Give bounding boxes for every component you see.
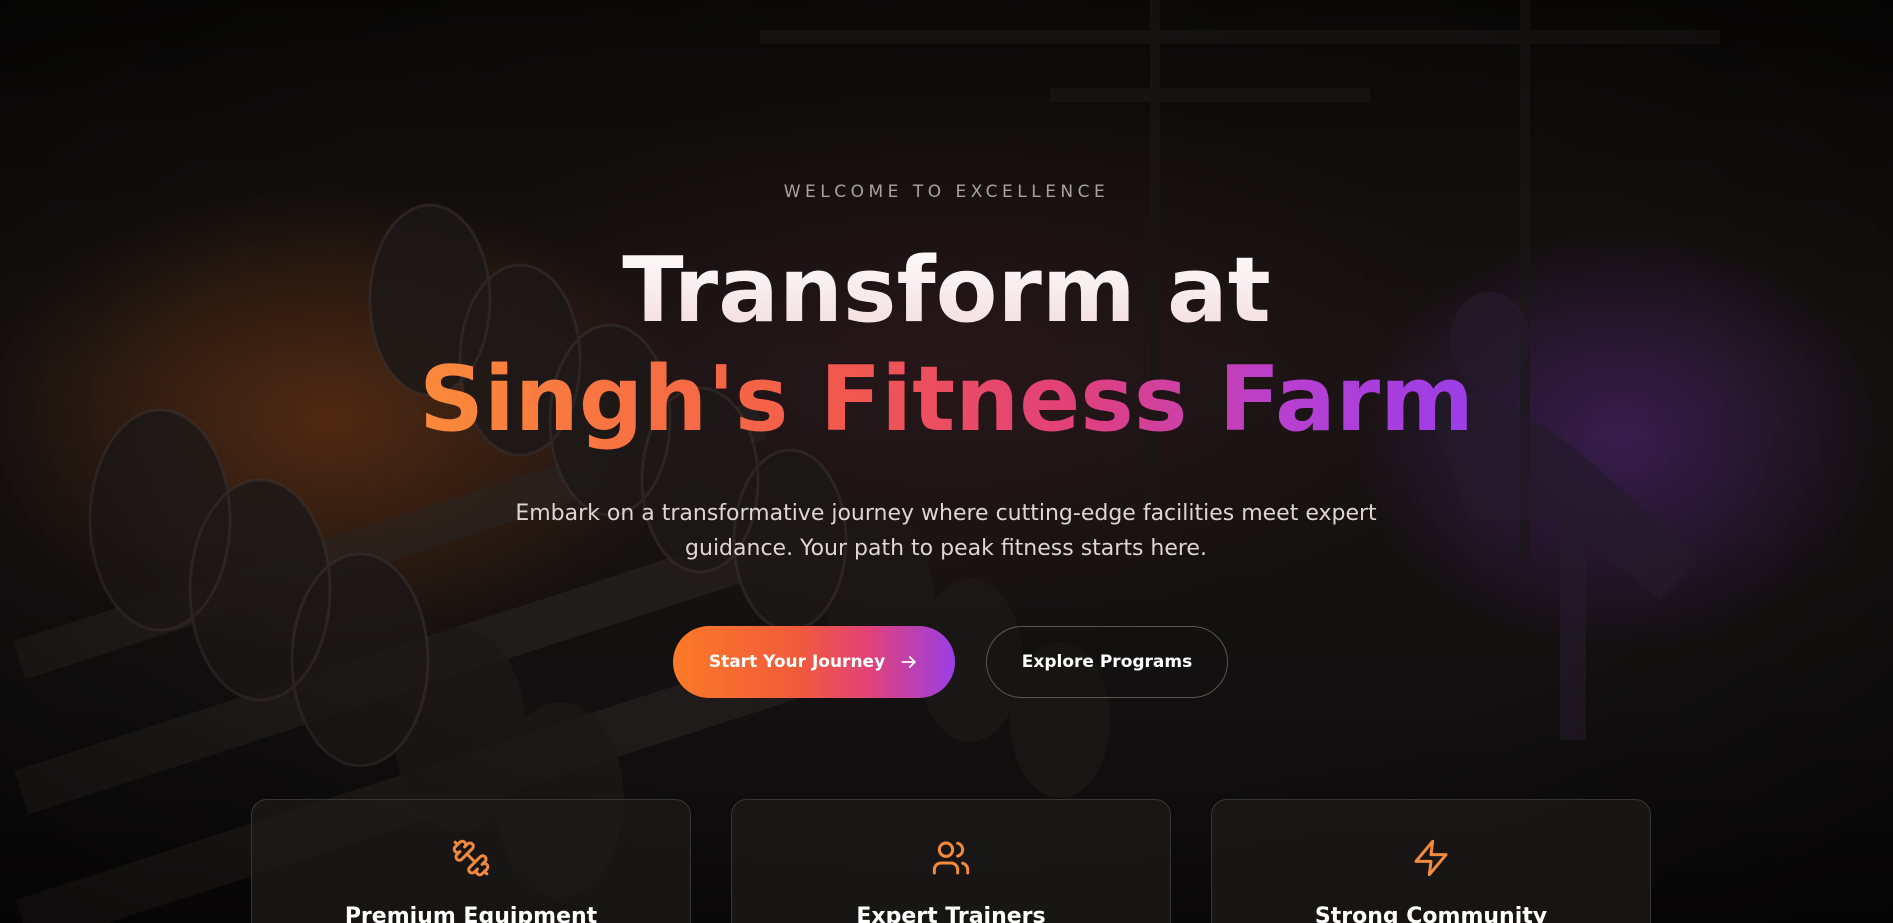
arrow-right-icon [899,652,919,672]
dumbbell-icon [252,838,690,878]
feature-title: Strong Community [1314,904,1548,923]
feature-card-strong-community: Strong Community [1211,799,1651,923]
feature-title: Premium Equipment [344,904,598,923]
explore-programs-label: Explore Programs [1021,652,1193,672]
start-journey-label: Start Your Journey [708,652,886,672]
hero-eyebrow: WELCOME TO EXCELLENCE [783,182,1110,202]
hero-title-line2: Singh's Fitness Farm [0,344,1893,456]
hero-content: WELCOME TO EXCELLENCE Transform at Singh… [0,0,1893,923]
feature-title: Expert Trainers [856,904,1046,923]
hero-title-line1: Transform at [0,236,1893,346]
feature-card-expert-trainers: Expert Trainers [731,799,1171,923]
feature-card-premium-equipment: Premium Equipment [251,799,691,923]
start-journey-button[interactable]: Start Your Journey [673,626,955,698]
hero-subtitle: Embark on a transformative journey where… [515,501,1377,561]
users-icon [732,838,1170,878]
hero-section: WELCOME TO EXCELLENCE Transform at Singh… [0,0,1893,923]
lightning-icon [1212,838,1650,878]
hero-title-gradient-text: Singh's Fitness Farm [419,347,1474,452]
explore-programs-button[interactable]: Explore Programs [986,626,1228,698]
